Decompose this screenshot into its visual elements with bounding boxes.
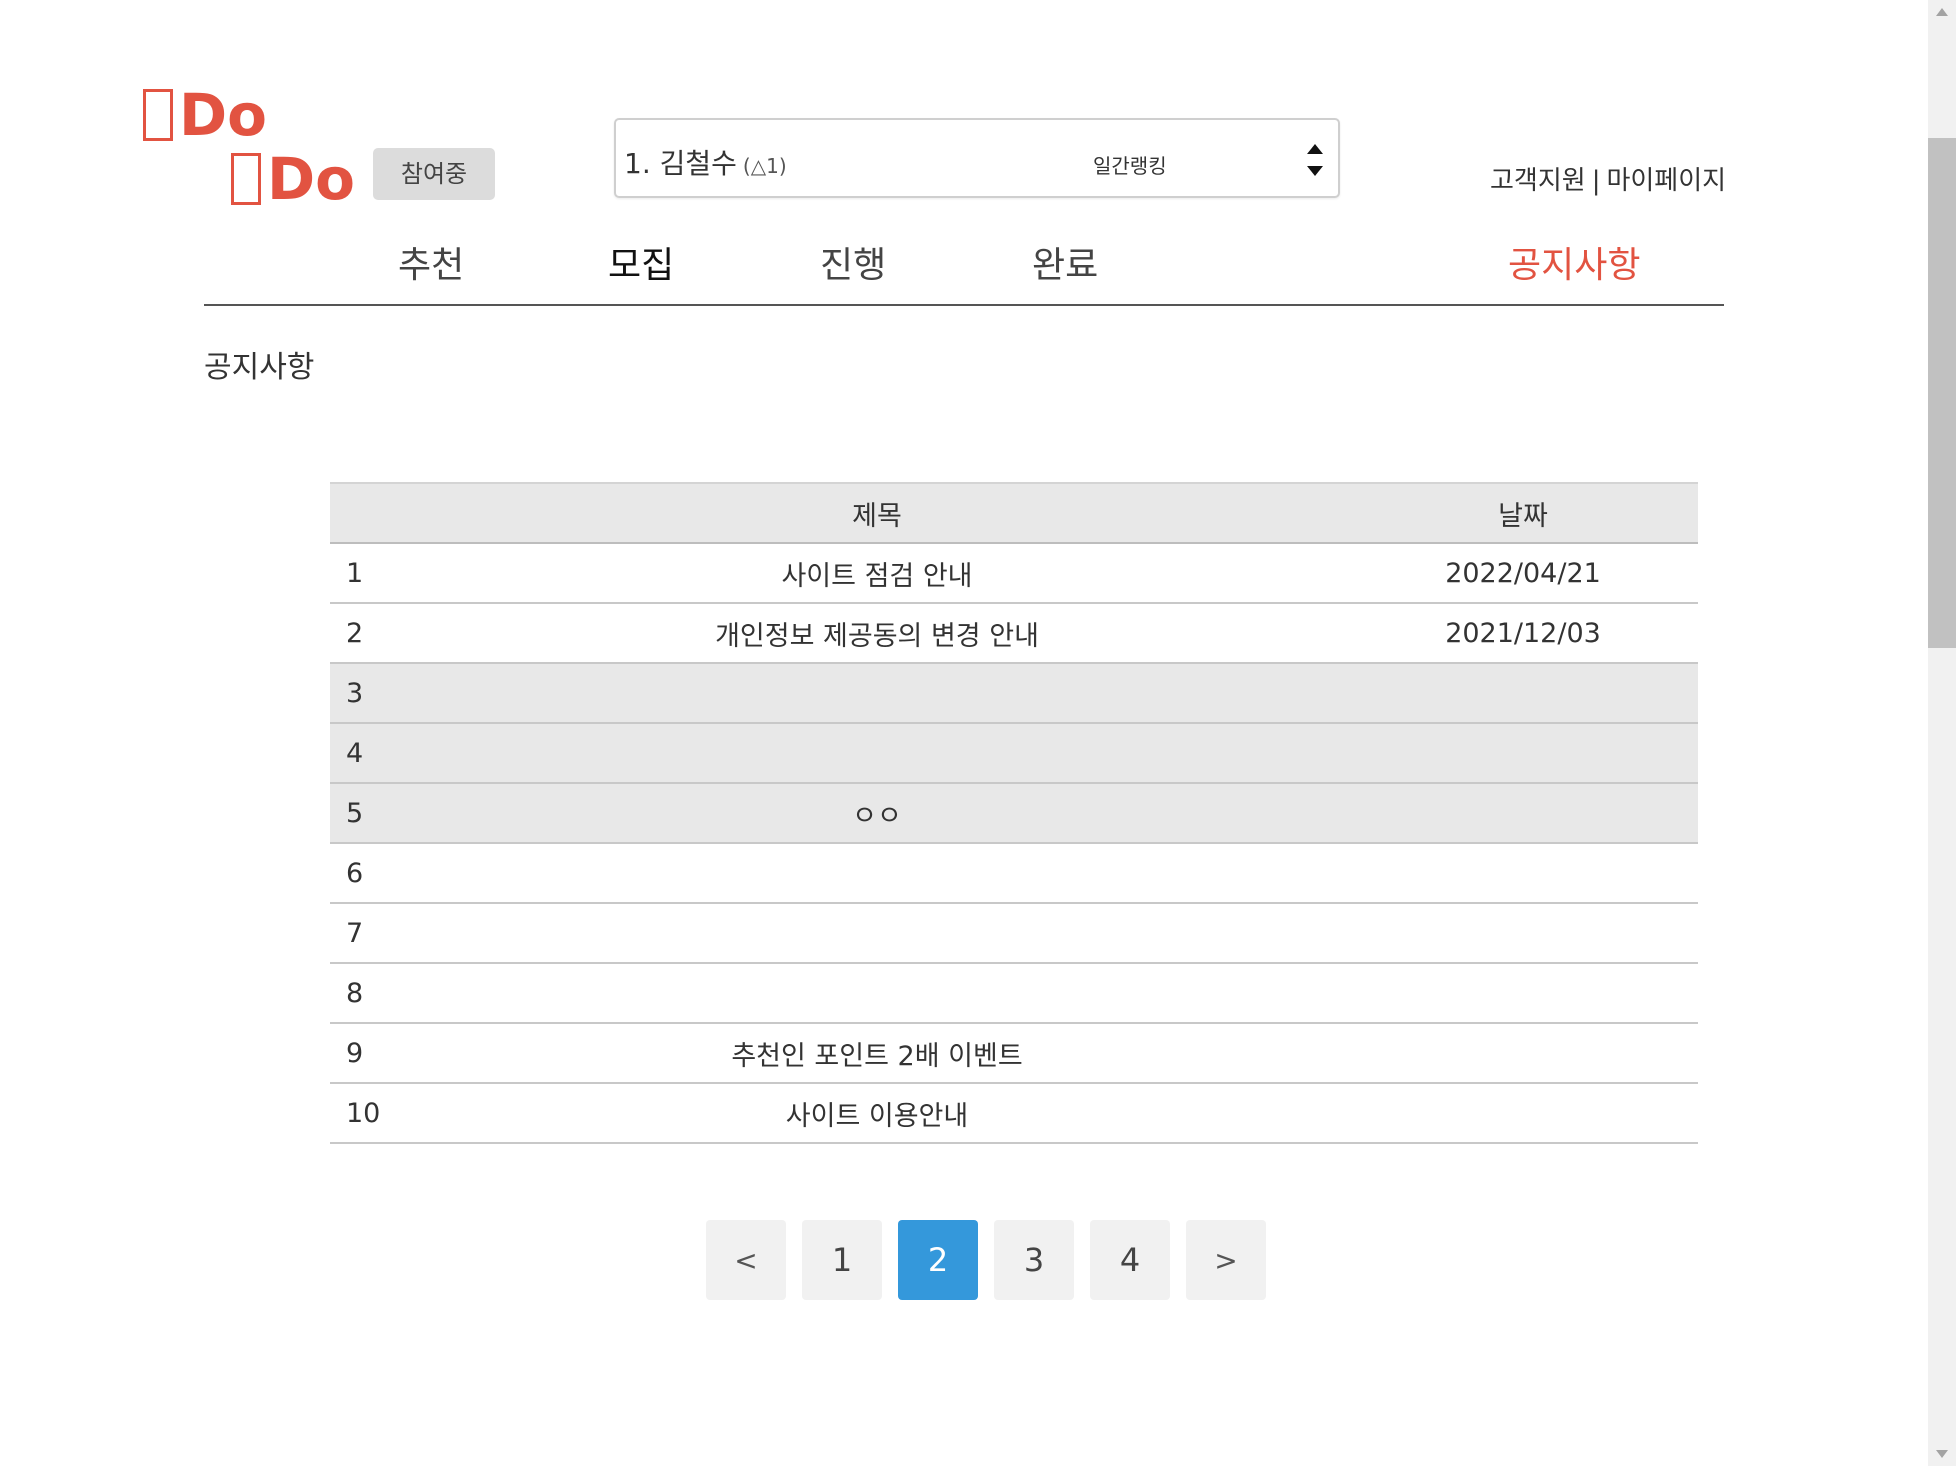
table-row[interactable]: 5 ㅇㅇ	[330, 783, 1698, 844]
scroll-down-icon[interactable]	[1936, 1450, 1948, 1458]
row-date	[1348, 843, 1698, 904]
logo-box-icon	[143, 89, 173, 141]
table-row[interactable]: 8	[330, 963, 1698, 1024]
ranking-label: 일간랭킹	[1093, 154, 1167, 178]
next-page-button[interactable]: >	[1186, 1220, 1266, 1300]
row-title[interactable]	[406, 663, 1348, 724]
row-date	[1348, 663, 1698, 724]
header-no	[330, 482, 406, 544]
table-row[interactable]: 3	[330, 663, 1698, 724]
row-no: 9	[330, 1023, 406, 1084]
row-no: 3	[330, 663, 406, 724]
row-no: 4	[330, 723, 406, 784]
prev-page-button[interactable]: <	[706, 1220, 786, 1300]
row-title[interactable]	[406, 903, 1348, 964]
table-row[interactable]: 4	[330, 723, 1698, 784]
top-links: 고객지원 | 마이페이지	[1490, 160, 1726, 197]
page-button-2[interactable]: 2	[898, 1220, 978, 1300]
header-title: 제목	[406, 482, 1348, 544]
ranking-change: (△1)	[742, 154, 787, 178]
nav-item-recommend[interactable]: 추천	[398, 236, 464, 288]
row-date	[1348, 963, 1698, 1024]
ranking-entry-name: 1. 김철수	[624, 147, 737, 180]
support-link[interactable]: 고객지원	[1490, 166, 1586, 196]
row-date	[1348, 723, 1698, 784]
ranking-ticker[interactable]: 1. 김철수 (△1) 일간랭킹	[614, 118, 1340, 198]
nav-item-progress[interactable]: 진행	[820, 236, 886, 288]
table-row[interactable]: 1 사이트 점검 안내 2022/04/21	[330, 543, 1698, 604]
page-button-3[interactable]: 3	[994, 1220, 1074, 1300]
row-date	[1348, 1083, 1698, 1144]
arrow-up-icon[interactable]	[1307, 144, 1323, 154]
row-title[interactable]	[406, 843, 1348, 904]
logo-text-1: Do	[179, 81, 267, 149]
row-title[interactable]	[406, 723, 1348, 784]
table-header-row: 제목 날짜	[330, 482, 1698, 544]
page-button-4[interactable]: 4	[1090, 1220, 1170, 1300]
row-date: 2022/04/21	[1348, 543, 1698, 604]
scroll-up-icon[interactable]	[1936, 8, 1948, 16]
mypage-link[interactable]: 마이페이지	[1606, 166, 1726, 196]
logo-line-2: Do	[231, 150, 355, 208]
logo-line-1: Do	[143, 86, 267, 144]
notice-table: 제목 날짜 1 사이트 점검 안내 2022/04/21 2 개인정보 제공동의…	[330, 482, 1698, 1144]
page-title: 공지사항	[204, 350, 315, 385]
row-date	[1348, 1023, 1698, 1084]
logo-box-icon	[231, 153, 261, 205]
table-row[interactable]: 6	[330, 843, 1698, 904]
status-badge[interactable]: 참여중	[373, 148, 495, 200]
table-row[interactable]: 9 추천인 포인트 2배 이벤트	[330, 1023, 1698, 1084]
arrow-down-icon[interactable]	[1307, 166, 1323, 176]
row-title[interactable]: 추천인 포인트 2배 이벤트	[406, 1023, 1348, 1084]
table-row[interactable]: 10 사이트 이용안내	[330, 1083, 1698, 1144]
row-no: 6	[330, 843, 406, 904]
row-no: 1	[330, 543, 406, 604]
row-no: 7	[330, 903, 406, 964]
table-row[interactable]: 7	[330, 903, 1698, 964]
row-no: 10	[330, 1083, 406, 1144]
row-title[interactable]: 사이트 이용안내	[406, 1083, 1348, 1144]
scrollbar-thumb[interactable]	[1928, 138, 1956, 648]
logo-text-2: Do	[267, 145, 355, 213]
nav-item-recruit[interactable]: 모집	[608, 236, 674, 288]
main-nav: 추천 모집 진행 완료 공지사항	[204, 236, 1724, 306]
link-separator: |	[1591, 166, 1601, 196]
ranking-spinner[interactable]	[1304, 142, 1324, 178]
row-date	[1348, 903, 1698, 964]
pagination: < 1 2 3 4 >	[706, 1220, 1266, 1300]
table-row[interactable]: 2 개인정보 제공동의 변경 안내 2021/12/03	[330, 603, 1698, 664]
row-date	[1348, 783, 1698, 844]
row-title[interactable]	[406, 963, 1348, 1024]
scrollbar[interactable]	[1928, 0, 1956, 1466]
logo[interactable]: Do Do	[143, 80, 383, 210]
page: Do Do 참여중 1. 김철수 (△1) 일간랭킹 고객지원 | 마이페이지 추천 …	[0, 0, 1956, 1466]
page-button-1[interactable]: 1	[802, 1220, 882, 1300]
ranking-entry: 1. 김철수 (△1)	[624, 142, 787, 182]
row-no: 8	[330, 963, 406, 1024]
header-date: 날짜	[1348, 482, 1698, 544]
nav-item-notice[interactable]: 공지사항	[1508, 236, 1640, 288]
row-title[interactable]: 개인정보 제공동의 변경 안내	[406, 603, 1348, 664]
row-no: 5	[330, 783, 406, 844]
row-title[interactable]: 사이트 점검 안내	[406, 543, 1348, 604]
row-no: 2	[330, 603, 406, 664]
nav-item-complete[interactable]: 완료	[1032, 236, 1098, 288]
row-date: 2021/12/03	[1348, 603, 1698, 664]
row-title[interactable]: ㅇㅇ	[406, 783, 1348, 844]
